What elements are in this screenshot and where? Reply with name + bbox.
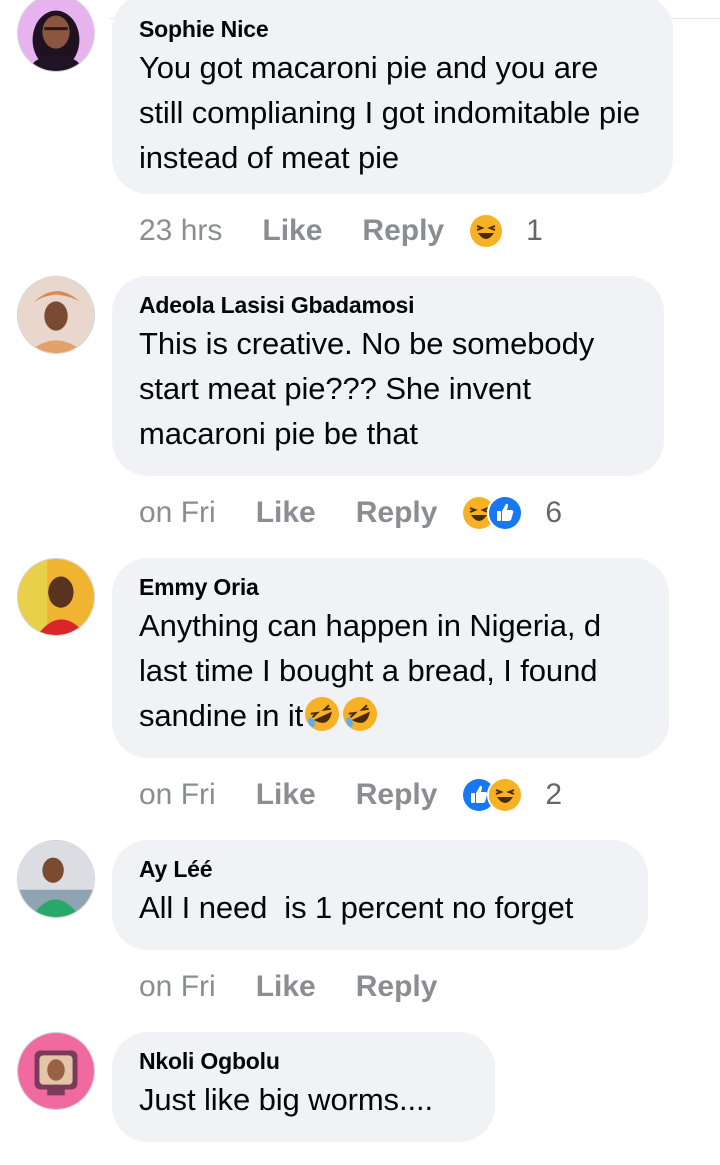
comment-author[interactable]: Nkoli Ogbolu xyxy=(139,1046,469,1076)
haha-icon xyxy=(487,777,524,813)
reply-button[interactable]: Reply xyxy=(356,496,438,530)
comment-author[interactable]: Sophie Nice xyxy=(139,14,647,44)
comment-time[interactable]: on Fri xyxy=(139,496,216,530)
reaction-count[interactable]: 2 xyxy=(545,778,562,812)
comment-text: All I need is 1 percent no forget xyxy=(139,890,574,925)
comment-text: Anything can happen in Nigeria, d last t… xyxy=(139,603,643,738)
reply-button[interactable]: Reply xyxy=(356,778,438,812)
avatar[interactable] xyxy=(17,558,95,636)
comment-actions: on Fri Like Reply xyxy=(139,967,461,1007)
comment-text: Just like big worms.... xyxy=(139,1082,434,1117)
comment-actions: on Fri Like Reply 2 xyxy=(139,775,562,815)
comment-time[interactable]: 23 hrs xyxy=(139,214,222,248)
avatar-image xyxy=(18,277,94,353)
avatar[interactable] xyxy=(17,0,95,72)
comment-time[interactable]: on Fri xyxy=(139,778,216,812)
comment-time[interactable]: on Fri xyxy=(139,970,216,1004)
reaction-count[interactable]: 6 xyxy=(545,496,562,530)
avatar[interactable] xyxy=(17,840,95,918)
rofl-emoji xyxy=(341,695,379,733)
comment-bubble: Nkoli Ogbolu Just like big worms.... xyxy=(112,1032,495,1142)
avatar-image xyxy=(18,0,94,71)
reaction-summary[interactable] xyxy=(461,777,524,813)
comment-actions: on Fri Like Reply 6 xyxy=(139,493,562,533)
avatar[interactable] xyxy=(17,1032,95,1110)
comment-bubble: Adeola Lasisi Gbadamosi This is creative… xyxy=(112,276,664,476)
comment-bubble: Emmy Oria Anything can happen in Nigeria… xyxy=(112,558,669,758)
rofl-emoji xyxy=(303,695,341,733)
comment-author[interactable]: Emmy Oria xyxy=(139,572,643,602)
comment-author[interactable]: Adeola Lasisi Gbadamosi xyxy=(139,290,638,320)
reaction-summary[interactable] xyxy=(461,495,524,531)
comment-text: You got macaroni pie and you are still c… xyxy=(139,50,649,175)
like-button[interactable]: Like xyxy=(256,496,316,530)
like-icon xyxy=(487,495,524,531)
like-button[interactable]: Like xyxy=(262,214,322,248)
avatar-image xyxy=(18,559,94,635)
comment-author[interactable]: Ay Léé xyxy=(139,854,622,884)
reply-button[interactable]: Reply xyxy=(362,214,444,248)
like-button[interactable]: Like xyxy=(256,778,316,812)
like-button[interactable]: Like xyxy=(256,970,316,1004)
reply-button[interactable]: Reply xyxy=(356,970,438,1004)
avatar-image xyxy=(18,1033,94,1109)
comment-text: This is creative. No be somebody start m… xyxy=(139,326,603,451)
comment-actions: 23 hrs Like Reply 1 xyxy=(139,211,543,251)
reaction-summary[interactable] xyxy=(468,213,505,249)
comment-bubble: Sophie Nice You got macaroni pie and you… xyxy=(112,0,673,194)
comment-bubble: Ay Léé All I need is 1 percent no forget xyxy=(112,840,648,950)
avatar-image xyxy=(18,841,94,917)
haha-icon xyxy=(468,213,505,249)
reaction-count[interactable]: 1 xyxy=(526,214,543,248)
avatar[interactable] xyxy=(17,276,95,354)
